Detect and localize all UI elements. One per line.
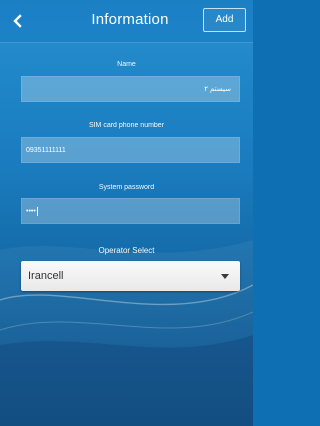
sim-label: SIM card phone number [88,122,165,129]
back-button[interactable] [6,9,30,33]
password-label: System password [98,184,155,191]
sim-value: 09351111111 [26,147,66,154]
page-title: Information [91,11,169,28]
name-value: سیستم ۲ [204,86,231,93]
text-cursor [36,206,38,216]
operator-label: Operator Select [98,246,155,255]
name-label: Name [117,61,136,68]
password-value: •••• [26,208,36,215]
name-field[interactable]: سیستم ۲ [21,76,240,102]
password-field[interactable]: •••• [21,198,240,224]
chevron-left-icon [13,14,22,28]
operator-select[interactable]: Irancell [21,261,240,291]
operator-selected-value: Irancell [28,270,64,282]
app-screen: Information Add Name سیستم ۲ SIM card ph… [0,0,253,426]
sim-phone-field[interactable]: 09351111111 [21,137,240,163]
add-button[interactable]: Add [203,8,246,32]
password-value-wrap: •••• [26,199,38,225]
caret-down-icon [221,274,229,279]
top-bar: Information Add [0,0,253,43]
